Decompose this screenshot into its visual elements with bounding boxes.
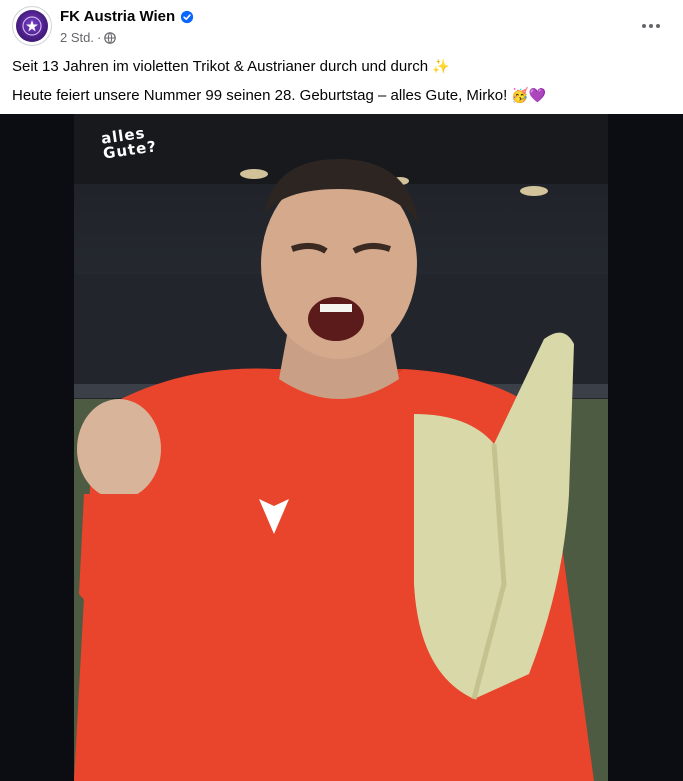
post-image[interactable]: alles Gute? xyxy=(0,114,683,781)
page-name-line: FK Austria Wien xyxy=(60,8,194,25)
page-name-link[interactable]: FK Austria Wien xyxy=(60,8,175,25)
post-meta: 2 Std. · xyxy=(60,30,117,45)
club-logo-icon xyxy=(16,10,48,42)
meta-separator: · xyxy=(96,30,102,45)
post-header: FK Austria Wien 2 Std. · xyxy=(0,0,683,52)
player-illustration xyxy=(74,114,608,781)
more-options-icon xyxy=(642,24,660,28)
sparkles-emoji: ✨ xyxy=(432,58,450,74)
page-avatar[interactable] xyxy=(12,6,52,46)
caption-line-1: Seit 13 Jahren im violetten Trikot & Aus… xyxy=(12,58,450,75)
verified-badge-icon xyxy=(181,10,194,23)
caption-line-2: Heute feiert unsere Nummer 99 seinen 28.… xyxy=(12,87,547,104)
more-options-button[interactable] xyxy=(637,12,665,40)
globe-icon[interactable] xyxy=(104,31,117,44)
facebook-post: FK Austria Wien 2 Std. · Seit 13 Jahren … xyxy=(0,0,683,781)
alles-gute-graffiti-logo: alles Gute? xyxy=(99,123,159,163)
post-caption: Seit 13 Jahren im violetten Trikot & Aus… xyxy=(12,56,672,114)
party-heart-emoji: 🥳💜 xyxy=(511,87,547,103)
post-timestamp[interactable]: 2 Std. xyxy=(60,30,94,45)
goalkeeper-photo: alles Gute? xyxy=(74,114,608,781)
